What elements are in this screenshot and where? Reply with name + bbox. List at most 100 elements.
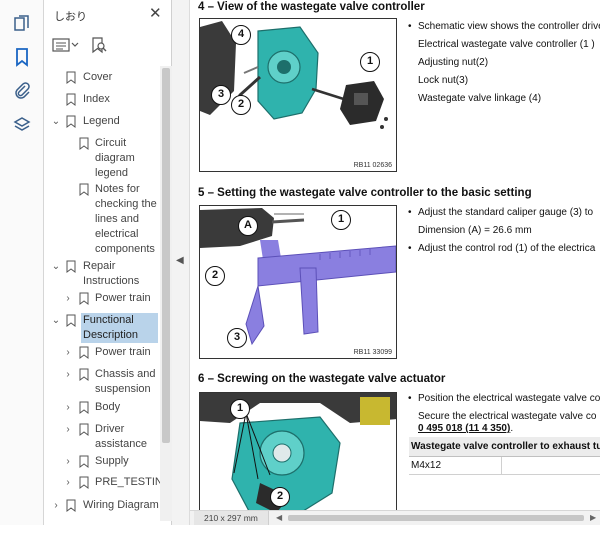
bookmark-label: Index bbox=[83, 93, 110, 105]
table-header-text: Wastegate valve controller to exhaust tu bbox=[411, 441, 600, 452]
instruction-text: Schematic view shows the controller driv… bbox=[408, 21, 600, 32]
chevron-right-icon[interactable]: › bbox=[63, 367, 73, 382]
bookmarks-panel: しおり ✕ Cover Index ⌄ Legend Circuit diagr… bbox=[44, 0, 172, 525]
scroll-left-icon[interactable]: ◀ bbox=[276, 513, 282, 522]
callout-marker: 1 bbox=[230, 399, 250, 419]
instruction-text: Dimension (A) = 26.6 mm bbox=[418, 225, 532, 236]
layers-icon[interactable] bbox=[7, 110, 37, 140]
bookmark-label: Supply bbox=[95, 455, 129, 467]
bookmark-icon bbox=[79, 401, 89, 414]
collapse-arrow-icon[interactable]: ◀ bbox=[176, 255, 184, 266]
pdf-viewer-window: しおり ✕ Cover Index ⌄ Legend Circuit diagr… bbox=[0, 0, 600, 541]
bookmark-label: Wiring Diagram bbox=[83, 499, 159, 511]
callout-marker: 3 bbox=[227, 328, 247, 348]
table-cell: M4x12 bbox=[411, 460, 442, 471]
callout-marker: 3 bbox=[211, 85, 231, 105]
legend-text: Lock nut(3) bbox=[418, 75, 469, 86]
chevron-right-icon[interactable]: › bbox=[63, 291, 73, 306]
instruction-text: Adjust the control rod (1) of the electr… bbox=[408, 243, 595, 254]
callout-marker: 4 bbox=[231, 25, 251, 45]
bookmark-item[interactable]: › Chassis and suspension bbox=[44, 367, 160, 397]
bookmark-item[interactable]: Index bbox=[44, 92, 160, 107]
bookmark-label: PRE_TESTING bbox=[95, 476, 160, 488]
section-title: 6 – Screwing on the wastegate valve actu… bbox=[198, 373, 446, 385]
bookmark-label: Functional Description bbox=[81, 313, 158, 343]
figure-reference: RB11 33099 bbox=[353, 349, 392, 356]
instruction-text: Secure the electrical wastegate valve co bbox=[418, 411, 597, 422]
bookmark-item[interactable]: ⌄ Legend bbox=[44, 114, 160, 129]
bookmark-item[interactable]: › Driver assistance bbox=[44, 422, 160, 452]
callout-marker: 2 bbox=[205, 266, 225, 286]
bookmark-item[interactable]: Circuit diagram legend bbox=[44, 136, 160, 182]
bookmark-item[interactable]: › Power train bbox=[44, 345, 160, 360]
callout-marker: 1 bbox=[331, 210, 351, 230]
table-divider bbox=[501, 457, 502, 475]
scroll-right-icon[interactable]: ▶ bbox=[590, 513, 596, 522]
figure-actuator-mount: 1 2 bbox=[199, 392, 397, 510]
bookmark-item-selected[interactable]: ⌄ Functional Description bbox=[44, 313, 160, 343]
callout-marker: 2 bbox=[270, 487, 290, 507]
panel-scrollbar-thumb[interactable] bbox=[162, 68, 170, 443]
bookmark-item[interactable]: › PRE_TESTING bbox=[44, 475, 160, 490]
bookmark-item[interactable]: › Body bbox=[44, 400, 160, 415]
instruction-text: Position the electrical wastegate valve … bbox=[408, 393, 600, 404]
bookmark-icon bbox=[79, 292, 89, 305]
bookmark-label: Repair Instructions bbox=[83, 260, 140, 287]
table-row: M4x12 bbox=[409, 457, 600, 475]
bookmark-item[interactable]: Notes for checking the lines and electri… bbox=[44, 182, 160, 258]
bookmark-icon bbox=[79, 423, 89, 436]
bookmark-icon bbox=[66, 314, 76, 327]
horizontal-scrollbar-thumb[interactable] bbox=[288, 515, 584, 521]
attachments-icon[interactable] bbox=[7, 76, 37, 106]
callout-marker: 1 bbox=[360, 52, 380, 72]
bookmarks-icon[interactable] bbox=[7, 42, 37, 72]
bookmark-search-icon bbox=[92, 37, 107, 54]
page-size-indicator: 210 x 297 mm bbox=[194, 511, 269, 525]
options-icon bbox=[52, 38, 79, 52]
bookmark-icon bbox=[79, 368, 89, 381]
bookmark-item[interactable]: Cover bbox=[44, 70, 160, 85]
close-icon[interactable]: ✕ bbox=[149, 6, 162, 22]
chevron-right-icon[interactable]: › bbox=[63, 454, 73, 469]
legend-text: Adjusting nut(2) bbox=[418, 57, 489, 68]
chevron-right-icon[interactable]: › bbox=[51, 498, 61, 513]
callout-marker: A bbox=[238, 216, 258, 236]
bookmark-label: Power train bbox=[95, 292, 151, 304]
bookmark-item[interactable]: › Power train bbox=[44, 291, 160, 306]
bookmark-label: Legend bbox=[83, 115, 120, 127]
torque-table-header: Wastegate valve controller to exhaust tu bbox=[409, 437, 600, 457]
chevron-right-icon[interactable]: › bbox=[63, 400, 73, 415]
bookmark-item[interactable]: › Wiring Diagram bbox=[44, 498, 160, 513]
panel-collapse-handle[interactable]: ◀ bbox=[172, 0, 190, 525]
chevron-down-icon[interactable]: ⌄ bbox=[51, 259, 61, 274]
bookmark-icon bbox=[79, 137, 89, 150]
figure-reference: RB11 02636 bbox=[353, 162, 392, 169]
legend-text: Electrical wastegate valve controller (1… bbox=[418, 39, 595, 50]
bookmark-icon bbox=[66, 499, 76, 512]
chevron-down-icon[interactable]: ⌄ bbox=[51, 114, 61, 129]
options-menu-button[interactable] bbox=[52, 34, 80, 56]
instruction-text: 0 495 018 (11 4 350). bbox=[418, 423, 513, 434]
figure-caliper-setting: A 1 2 3 RB11 33099 bbox=[199, 205, 397, 359]
pages-icon[interactable] bbox=[7, 8, 37, 38]
bookmark-icon bbox=[79, 346, 89, 359]
bookmark-label: Power train bbox=[95, 346, 151, 358]
bookmark-item[interactable]: › Supply bbox=[44, 454, 160, 469]
bookmark-icon bbox=[79, 476, 89, 489]
status-bar: 210 x 297 mm ◀ ▶ bbox=[190, 510, 600, 525]
bookmark-label: Driver assistance bbox=[95, 423, 147, 450]
navigation-rail bbox=[0, 0, 44, 525]
bookmark-icon bbox=[66, 93, 76, 106]
chevron-right-icon[interactable]: › bbox=[63, 345, 73, 360]
special-tool-link[interactable]: 0 495 018 (11 4 350) bbox=[418, 423, 510, 434]
section-title: 4 – View of the wastegate valve controll… bbox=[198, 1, 425, 13]
chevron-right-icon[interactable]: › bbox=[63, 422, 73, 437]
bookmark-label: Notes for checking the lines and electri… bbox=[95, 183, 157, 255]
bookmark-label: Circuit diagram legend bbox=[95, 137, 135, 179]
chevron-down-icon[interactable]: ⌄ bbox=[51, 313, 61, 328]
bookmark-label: Chassis and suspension bbox=[95, 368, 156, 395]
find-bookmark-button[interactable] bbox=[90, 34, 108, 56]
chevron-right-icon[interactable]: › bbox=[63, 475, 73, 490]
bookmark-item[interactable]: ⌄ Repair Instructions bbox=[44, 259, 160, 289]
bookmark-icon bbox=[66, 71, 76, 84]
